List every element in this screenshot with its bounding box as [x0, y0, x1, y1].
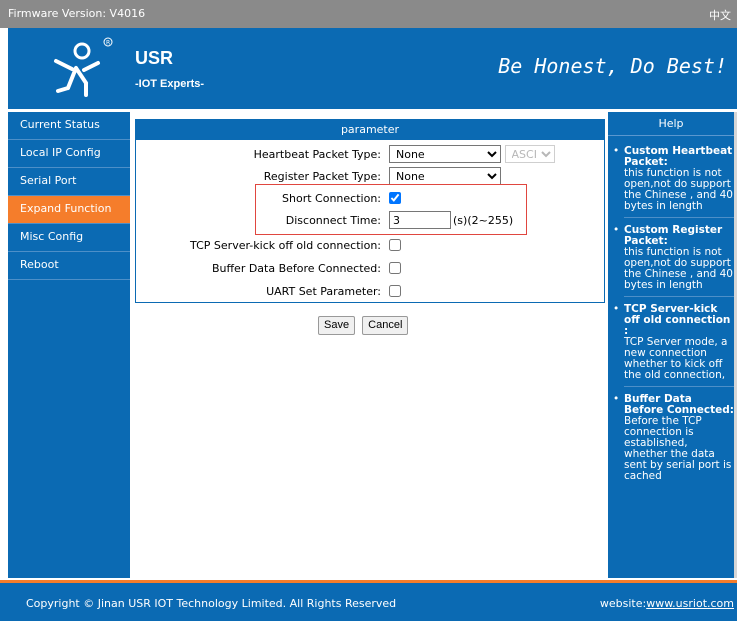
kickoff-label: TCP Server-kick off old connection: — [190, 239, 381, 252]
usr-logo-icon: R — [54, 37, 113, 97]
sidebar-item-serial-port[interactable]: Serial Port — [8, 168, 130, 196]
sidebar-item-local-ip-config[interactable]: Local IP Config — [8, 140, 130, 168]
disconnect-time-input[interactable] — [389, 211, 451, 229]
kickoff-checkbox[interactable] — [389, 239, 401, 251]
disconnect-time-row: Disconnect Time: (s)(2~255) — [136, 210, 604, 232]
help-list: Custom Heartbeat Packet: this function i… — [608, 136, 734, 487]
disconnect-time-label: Disconnect Time: — [285, 214, 381, 227]
register-label: Register Packet Type: — [263, 170, 381, 183]
short-connection-label: Short Connection: — [282, 192, 381, 205]
sidebar-item-current-status[interactable]: Current Status — [8, 112, 130, 140]
website-label: website: — [599, 597, 647, 610]
help-item-title: Custom Heartbeat Packet: — [624, 145, 733, 168]
panel-title: parameter — [136, 120, 604, 140]
help-item: Custom Heartbeat Packet: this function i… — [613, 145, 734, 218]
short-connection-row: Short Connection: — [136, 188, 604, 210]
help-item: Custom Register Packet: this function is… — [613, 224, 734, 297]
short-connection-checkbox[interactable] — [389, 192, 401, 204]
help-item-title: Buffer Data Before Connected: — [624, 393, 734, 416]
heartbeat-row: Heartbeat Packet Type: None ASCII — [136, 144, 604, 166]
heartbeat-label: Heartbeat Packet Type: — [253, 148, 381, 161]
help-item-text: this function is not open,not do support… — [624, 246, 733, 291]
sidebar-item-misc-config[interactable]: Misc Config — [8, 224, 130, 252]
buffer-row: Buffer Data Before Connected: — [136, 258, 604, 280]
action-buttons: Save Cancel — [318, 313, 410, 335]
help-item-title: Custom Register Packet: — [624, 224, 723, 247]
help-item-title: TCP Server-kick off old connection : — [624, 303, 731, 337]
uart-checkbox[interactable] — [389, 285, 401, 297]
help-item-text: TCP Server mode, a new connection whethe… — [624, 336, 728, 381]
uart-label: UART Set Parameter: — [266, 285, 381, 298]
header-banner: R USR -IOT Experts- Be Honest, Do Best! — [8, 28, 737, 109]
uart-row: UART Set Parameter: — [136, 281, 604, 303]
help-panel: Help Custom Heartbeat Packet: this funct… — [608, 112, 734, 578]
cancel-button[interactable]: Cancel — [362, 315, 409, 335]
heartbeat-format-select: ASCII — [504, 145, 555, 163]
disconnect-time-hint: (s)(2~255) — [453, 214, 514, 227]
buffer-checkbox[interactable] — [389, 262, 401, 274]
help-item: Buffer Data Before Connected: Before the… — [613, 393, 734, 487]
register-type-select[interactable]: None — [389, 167, 501, 185]
slogan: Be Honest, Do Best! — [498, 54, 727, 78]
help-item-text: Before the TCP connection is established… — [624, 415, 732, 482]
svg-text:R: R — [106, 40, 110, 47]
brand-name: USR — [135, 48, 174, 68]
help-item: TCP Server-kick off old connection : TCP… — [613, 303, 734, 387]
footer: Copyright © Jinan USR IOT Technology Lim… — [0, 583, 737, 621]
help-item-text: this function is not open,not do support… — [624, 167, 733, 212]
sidebar-item-reboot[interactable]: Reboot — [8, 252, 130, 280]
sidebar-item-expand-function[interactable]: Expand Function — [8, 196, 130, 224]
firmware-version: Firmware Version: V4016 — [8, 7, 146, 20]
language-switch-link[interactable]: 中文 — [709, 7, 731, 23]
copyright-text: Copyright © Jinan USR IOT Technology Lim… — [26, 597, 397, 610]
kickoff-row: TCP Server-kick off old connection: — [136, 235, 604, 257]
top-bar: Firmware Version: V4016 中文 — [0, 0, 737, 28]
help-title: Help — [608, 112, 734, 136]
save-button[interactable]: Save — [318, 315, 356, 335]
brand-tagline: -IOT Experts- — [135, 78, 205, 90]
sidebar-nav: Current Status Local IP Config Serial Po… — [8, 112, 130, 578]
buffer-label: Buffer Data Before Connected: — [211, 262, 381, 275]
heartbeat-type-select[interactable]: None — [389, 145, 501, 163]
website-link[interactable]: www.usriot.com — [646, 597, 734, 610]
parameter-panel: parameter Heartbeat Packet Type: None AS… — [135, 119, 605, 303]
website-info: website:www.usriot.com — [600, 597, 734, 610]
main-content: parameter Heartbeat Packet Type: None AS… — [130, 112, 608, 578]
